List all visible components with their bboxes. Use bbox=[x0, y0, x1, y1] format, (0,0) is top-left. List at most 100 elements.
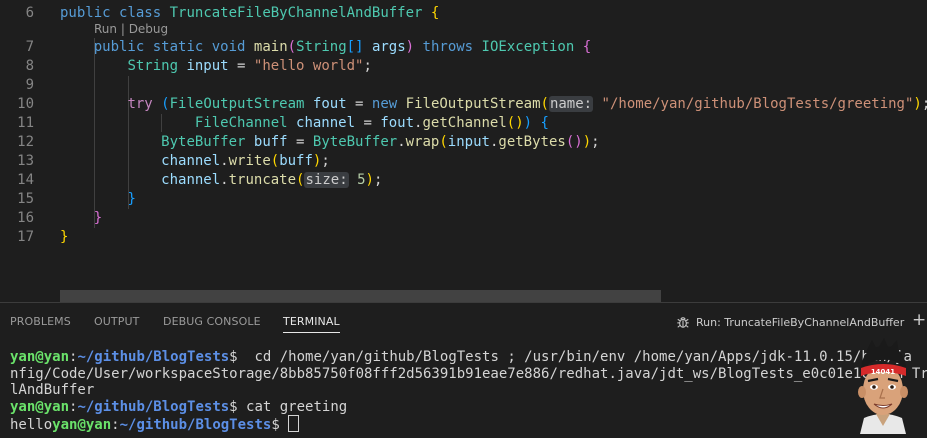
code-token: ; bbox=[591, 134, 600, 150]
line-number: 17 bbox=[17, 229, 34, 245]
code-token: fout bbox=[312, 96, 347, 112]
code-token: } bbox=[60, 229, 69, 245]
inlay-hint: size: bbox=[304, 172, 349, 188]
code-token: FileOutputStream bbox=[169, 96, 305, 112]
line-number: 16 bbox=[17, 210, 34, 226]
terminal-prompt-part: yan@yan bbox=[10, 398, 70, 415]
terminal-line: yan@yan:~/github/BlogTests$ cat greeting bbox=[10, 399, 927, 416]
terminal-text: : bbox=[111, 417, 120, 433]
code-token: wrap bbox=[405, 134, 440, 150]
code-token: ; bbox=[922, 96, 927, 112]
tab-debug-console[interactable]: DEBUG CONSOLE bbox=[163, 315, 261, 328]
terminal-text: $ cd /home/yan/github/BlogTests ; /usr/b… bbox=[229, 349, 912, 365]
terminal-cursor bbox=[288, 415, 300, 432]
panel-tabs: PROBLEMS OUTPUT DEBUG CONSOLE TERMINAL R… bbox=[0, 303, 927, 339]
avatar-badge-text: 14041 bbox=[871, 368, 895, 376]
code-token: public bbox=[60, 5, 111, 21]
codelens-run-link[interactable]: Run bbox=[94, 22, 117, 36]
tab-terminal[interactable]: TERMINAL bbox=[283, 315, 340, 333]
line-number: 12 bbox=[17, 134, 34, 150]
terminal-text: $ cat greeting bbox=[229, 398, 348, 415]
terminal-prompt-part: ~/github/BlogTests bbox=[77, 349, 230, 365]
code-token: = bbox=[355, 115, 381, 131]
code-token: ByteBuffer bbox=[312, 134, 398, 150]
terminal-run-selector[interactable]: Run: TruncateFileByChannelAndBuffer bbox=[676, 314, 904, 330]
code-token: = bbox=[346, 96, 372, 112]
code-token: write bbox=[228, 153, 271, 169]
tab-problems[interactable]: PROBLEMS bbox=[10, 315, 71, 328]
inlay-hint: name: bbox=[548, 96, 594, 112]
tab-output[interactable]: OUTPUT bbox=[94, 315, 139, 328]
code-token: = bbox=[228, 58, 254, 74]
code-token: () bbox=[506, 115, 524, 131]
code-token: class bbox=[119, 5, 162, 21]
code-token: = bbox=[287, 134, 313, 150]
code-token: "/home/yan/github/BlogTests/greeting" bbox=[601, 96, 914, 112]
code-token: () bbox=[565, 134, 583, 150]
code-text: FileChannel channel = fout.getChannel())… bbox=[60, 114, 549, 133]
code-token: static bbox=[152, 39, 204, 55]
code-token: String bbox=[127, 58, 179, 74]
code-text: public static void main(String[] args) t… bbox=[60, 38, 591, 57]
code-token: String bbox=[296, 39, 347, 55]
code-token: ; bbox=[373, 172, 383, 188]
code-editor[interactable]: 6 public class TruncateFileByChannelAndBu… bbox=[0, 0, 927, 302]
debug-bug-icon bbox=[677, 317, 689, 328]
code-token: input bbox=[186, 58, 229, 74]
code-token: ) bbox=[582, 134, 592, 150]
terminal-line: helloyan@yan:~/github/BlogTests$ bbox=[10, 415, 927, 433]
code-token: getBytes bbox=[498, 134, 566, 150]
add-terminal-button[interactable]: + bbox=[912, 312, 926, 329]
code-token: ; bbox=[363, 58, 372, 74]
code-token: input bbox=[447, 134, 490, 150]
line-number: 13 bbox=[17, 153, 34, 169]
code-text: channel.truncate(size: 5); bbox=[60, 171, 382, 190]
avatar: 14041 bbox=[858, 338, 908, 434]
terminal-prompt-part: ~/github/BlogTests bbox=[119, 417, 272, 433]
code-token: new bbox=[371, 96, 398, 112]
code-token: try bbox=[127, 96, 153, 112]
code-token: . bbox=[397, 134, 406, 150]
codelens-separator: | bbox=[117, 22, 129, 36]
terminal-output[interactable]: yan@yan:~/github/BlogTests$ cd /home/yan… bbox=[10, 349, 927, 433]
code-token: ByteBuffer bbox=[161, 134, 246, 150]
code-token: ( bbox=[270, 153, 280, 169]
code-token: . bbox=[220, 153, 229, 169]
terminal-text: nfig/Code/User/workspaceStorage/8bb85750… bbox=[10, 365, 927, 382]
code-token: ( bbox=[287, 39, 297, 55]
code-token: channel bbox=[161, 153, 221, 169]
code-token: ) bbox=[405, 39, 415, 55]
code-token: "hello world" bbox=[253, 58, 364, 74]
code-text: } bbox=[60, 228, 68, 247]
codelens-debug-link[interactable]: Debug bbox=[129, 22, 168, 36]
code-text: ByteBuffer buff = ByteBuffer.wrap(input.… bbox=[60, 133, 600, 152]
line-number: 7 bbox=[25, 39, 34, 55]
horizontal-scrollbar[interactable] bbox=[60, 290, 661, 302]
code-token: throws bbox=[422, 39, 474, 55]
code-token: void bbox=[211, 39, 246, 55]
code-token: channel bbox=[161, 172, 221, 188]
code-token: getChannel bbox=[422, 115, 507, 131]
line-number: 14 bbox=[17, 172, 34, 188]
terminal-line: lAndBuffer bbox=[10, 382, 927, 399]
code-token: } bbox=[127, 191, 136, 207]
code-token: ( bbox=[161, 96, 170, 112]
code-token: fout bbox=[380, 115, 415, 131]
code-token: buff bbox=[279, 153, 313, 169]
code-text: try (FileOutputStream fout = new FileOut… bbox=[60, 95, 927, 114]
